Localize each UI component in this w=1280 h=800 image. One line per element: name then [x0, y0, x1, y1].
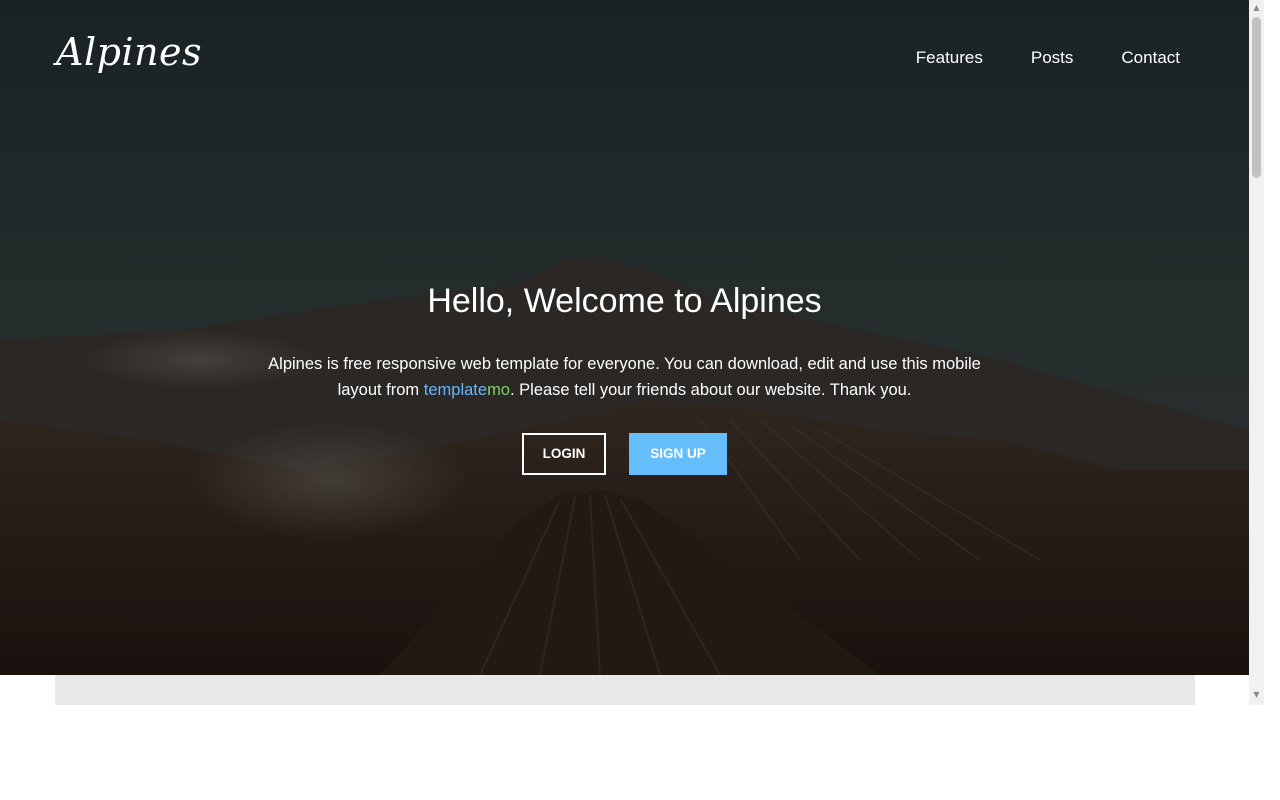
nav-item-contact[interactable]: Contact — [1121, 48, 1180, 68]
nav-item-features[interactable]: Features — [916, 48, 983, 68]
templatemo-link-part-a: template — [423, 381, 488, 399]
hero-section: Alpines Features Posts Contact Hello, We… — [0, 0, 1249, 675]
arrow-down-icon[interactable]: ▼ — [1249, 688, 1264, 702]
main-navigation: Features Posts Contact — [916, 48, 1180, 68]
hero-intro-text: Alpines is free responsive web template … — [250, 351, 999, 403]
nav-item-posts[interactable]: Posts — [1031, 48, 1074, 68]
arrow-up-icon[interactable]: ▲ — [1249, 1, 1264, 15]
scrollbar-thumb[interactable] — [1252, 17, 1261, 178]
templatemo-link[interactable]: templatemo — [424, 381, 510, 399]
page-viewport: Alpines Features Posts Contact Hello, We… — [0, 0, 1249, 800]
window-edge — [1264, 0, 1280, 800]
templatemo-link-part-b: mo — [487, 381, 510, 399]
hero-dark-overlay — [0, 0, 1249, 675]
site-logo[interactable]: Alpines — [56, 30, 202, 74]
intro-text-part-2: . Please tell your friends about our web… — [509, 381, 912, 399]
vertical-scrollbar[interactable]: ▲ ▼ — [1249, 0, 1264, 705]
login-button[interactable]: LOGIN — [522, 433, 606, 475]
signup-button[interactable]: SIGN UP — [629, 433, 727, 475]
content-section-top-band — [55, 675, 1195, 705]
hero-headline: Hello, Welcome to Alpines — [427, 282, 822, 320]
